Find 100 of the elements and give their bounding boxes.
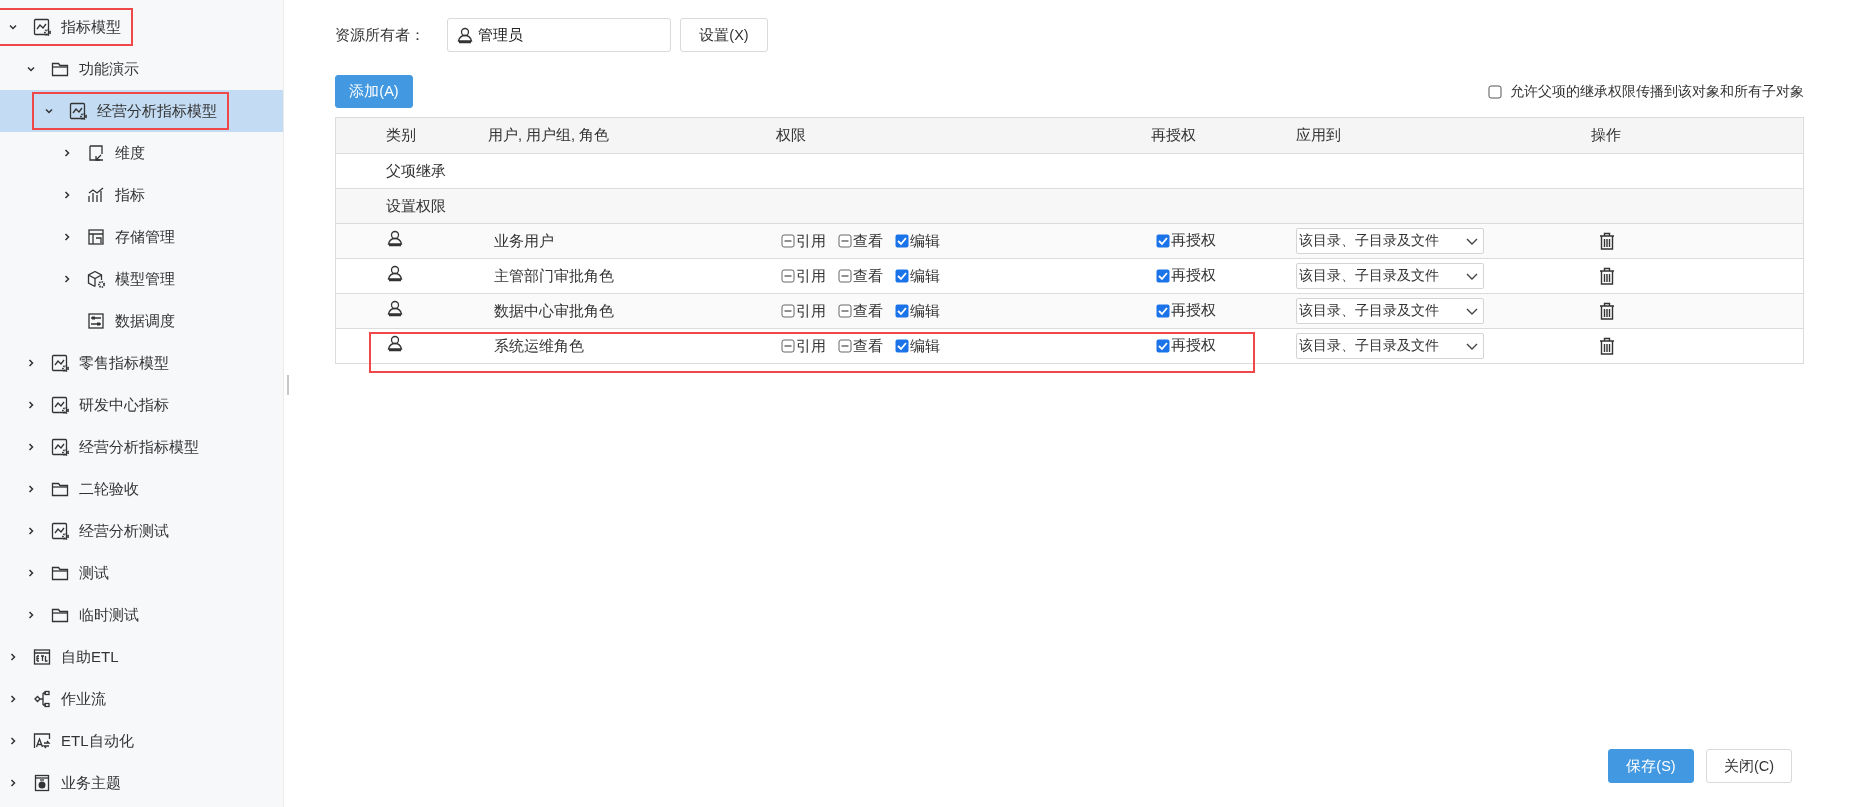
checkbox[interactable]: 再授权 <box>1156 301 1216 321</box>
folder-icon <box>51 60 69 78</box>
document-icon <box>33 774 51 792</box>
cube-gear-icon <box>87 270 105 288</box>
tree-item[interactable]: 经营分析指标模型 <box>0 426 283 468</box>
chevron-right-icon[interactable] <box>26 400 36 410</box>
table-row[interactable]: 系统运维角色 引用 查看 编辑 再授权 该目录、子目录及文件 <box>336 329 1803 364</box>
checkbox[interactable]: 查看 <box>838 301 883 321</box>
trash-icon[interactable] <box>1599 302 1615 320</box>
checkbox-icon[interactable] <box>1488 84 1502 99</box>
tree-item[interactable]: 存储管理 <box>0 216 283 258</box>
column-header: 类别 <box>386 126 417 145</box>
chevron-right-icon[interactable] <box>8 778 18 788</box>
close-button[interactable]: 关闭(C) <box>1706 749 1792 783</box>
trash-icon[interactable] <box>1599 337 1615 355</box>
set-button[interactable]: 设置(X) <box>680 18 768 52</box>
chevron-right-icon[interactable] <box>62 232 72 242</box>
column-header: 用户, 用户组, 角色 <box>488 126 611 145</box>
chevron-down-icon[interactable] <box>44 106 54 116</box>
checkbox-icon[interactable] <box>838 269 852 283</box>
dropdown[interactable]: 该目录、子目录及文件 <box>1296 333 1484 359</box>
checkbox[interactable]: 编辑 <box>895 336 940 356</box>
chevron-right-icon[interactable] <box>62 148 72 158</box>
chevron-right-icon[interactable] <box>26 526 36 536</box>
chevron-right-icon[interactable] <box>62 274 72 284</box>
trash-icon[interactable] <box>1599 267 1615 285</box>
checkbox[interactable]: 编辑 <box>895 301 940 321</box>
tree-item[interactable]: 经营分析测试 <box>0 510 283 552</box>
checkbox-icon[interactable] <box>895 339 909 353</box>
checkbox-icon[interactable] <box>781 234 795 248</box>
checkbox[interactable]: 引用 <box>781 301 826 321</box>
chevron-down-icon[interactable] <box>8 22 18 32</box>
checkbox-icon[interactable] <box>895 269 909 283</box>
checkbox[interactable]: 查看 <box>838 336 883 356</box>
person-icon <box>386 334 404 352</box>
tree-item[interactable]: 指标模型 <box>0 6 283 48</box>
checkbox-icon[interactable] <box>1156 233 1170 248</box>
tree-item[interactable]: 指标 <box>0 174 283 216</box>
checkbox-icon[interactable] <box>781 304 795 318</box>
tree-item[interactable]: 功能演示 <box>0 48 283 90</box>
tree-item[interactable]: 二轮验收 <box>0 468 283 510</box>
tree-item[interactable]: 研发中心指标 <box>0 384 283 426</box>
chevron-right-icon[interactable] <box>8 652 18 662</box>
checkbox-icon[interactable] <box>895 234 909 248</box>
checkbox-icon[interactable] <box>838 304 852 318</box>
table-cell-text: 系统运维角色 <box>493 336 585 356</box>
splitter-handle[interactable] <box>287 375 289 395</box>
table-row[interactable]: 业务用户 引用 查看 编辑 再授权 该目录、子目录及文件 <box>336 224 1803 259</box>
person-icon <box>386 299 404 317</box>
field-label: 资源所有者： <box>335 25 426 45</box>
checkbox[interactable]: 再授权 <box>1156 266 1216 286</box>
tree-item[interactable]: 经营分析指标模型 <box>0 90 283 132</box>
chevron-down-icon[interactable] <box>26 64 36 74</box>
chevron-right-icon[interactable] <box>62 190 72 200</box>
dropdown[interactable]: 该目录、子目录及文件 <box>1296 263 1484 289</box>
dropdown[interactable]: 该目录、子目录及文件 <box>1296 298 1484 324</box>
checkbox-icon[interactable] <box>781 339 795 353</box>
tree-item[interactable]: 业务主题 <box>0 762 283 804</box>
checkbox-icon[interactable] <box>838 234 852 248</box>
chart-gear-icon <box>51 522 69 540</box>
table-row[interactable]: 数据中心审批角色 引用 查看 编辑 再授权 该目录、子目录及文件 <box>336 294 1803 329</box>
trash-icon[interactable] <box>1599 232 1615 250</box>
chevron-right-icon[interactable] <box>26 610 36 620</box>
checkbox-icon[interactable] <box>838 339 852 353</box>
checkbox[interactable]: 再授权 <box>1156 336 1216 356</box>
checkbox-icon[interactable] <box>1156 303 1170 318</box>
checkbox[interactable]: 再授权 <box>1156 231 1216 251</box>
checkbox-icon[interactable] <box>895 304 909 318</box>
tree-item[interactable]: ETL自动化 <box>0 720 283 762</box>
checkbox[interactable]: 查看 <box>838 266 883 286</box>
chart-gear-icon <box>51 438 69 456</box>
chevron-right-icon[interactable] <box>26 442 36 452</box>
tree-item[interactable]: 数据调度 <box>0 300 283 342</box>
chevron-right-icon[interactable] <box>26 358 36 368</box>
chevron-right-icon[interactable] <box>8 736 18 746</box>
checkbox[interactable]: 引用 <box>781 336 826 356</box>
dropdown[interactable]: 该目录、子目录及文件 <box>1296 228 1484 254</box>
checkbox-icon[interactable] <box>1156 338 1170 353</box>
chevron-right-icon[interactable] <box>8 694 18 704</box>
checkbox[interactable]: 编辑 <box>895 231 940 251</box>
checkbox[interactable]: 引用 <box>781 231 826 251</box>
checkbox[interactable]: 查看 <box>838 231 883 251</box>
tree-item[interactable]: 自助ETL <box>0 636 283 678</box>
tree-item[interactable]: 作业流 <box>0 678 283 720</box>
checkbox[interactable]: 允许父项的继承权限传播到该对象和所有子对象 <box>1488 82 1804 101</box>
chevron-right-icon[interactable] <box>26 568 36 578</box>
checkbox-icon[interactable] <box>781 269 795 283</box>
person-icon <box>456 26 474 44</box>
chevron-right-icon[interactable] <box>26 484 36 494</box>
tree-item[interactable]: 维度 <box>0 132 283 174</box>
tree-item[interactable]: 测试 <box>0 552 283 594</box>
tree-item[interactable]: 临时测试 <box>0 594 283 636</box>
checkbox-icon[interactable] <box>1156 268 1170 283</box>
chart-gear-icon <box>69 102 87 120</box>
table-icon <box>87 228 105 246</box>
tree-item[interactable]: 零售指标模型 <box>0 342 283 384</box>
tree-item[interactable]: 模型管理 <box>0 258 283 300</box>
checkbox[interactable]: 编辑 <box>895 266 940 286</box>
owner-field[interactable]: 管理员 <box>447 18 671 52</box>
checkbox[interactable]: 引用 <box>781 266 826 286</box>
